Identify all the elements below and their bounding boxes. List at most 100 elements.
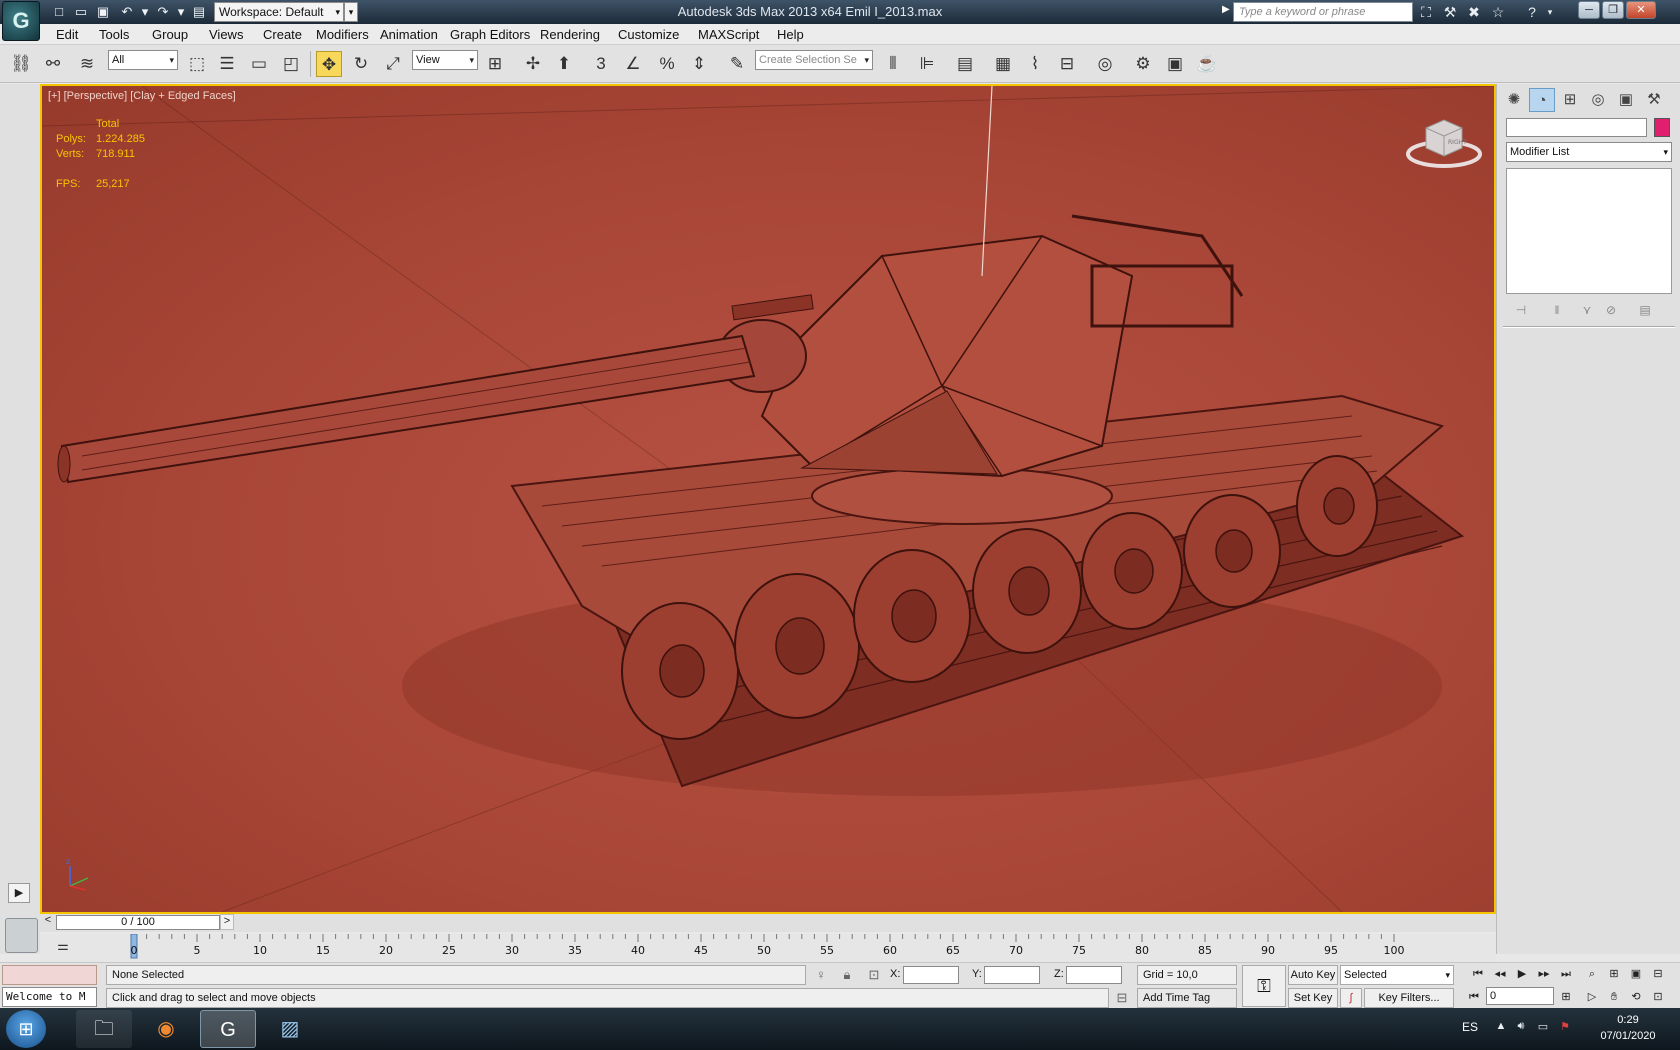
viewcube[interactable]: RIGHT (1404, 114, 1484, 170)
set-key-icon[interactable]: ⚿ (1242, 965, 1286, 1007)
go-to-start-icon[interactable]: ⏮ (1468, 964, 1488, 984)
help-icon[interactable]: ? (1522, 3, 1542, 21)
system-clock[interactable]: 0:29 07/01/2020 (1588, 1012, 1668, 1044)
language-indicator[interactable]: ES (1462, 1020, 1478, 1034)
select-by-name-icon[interactable]: ☰ (214, 51, 240, 77)
key-filters-button[interactable]: Key Filters... (1364, 988, 1454, 1008)
menu-graph-editors[interactable]: Graph Editors (450, 27, 530, 42)
current-frame-input[interactable]: 0 (1486, 987, 1554, 1005)
quick-access-dropdown[interactable]: ▾ (344, 2, 358, 22)
x-coordinate-input[interactable] (903, 966, 959, 984)
network-icon[interactable]: ▭ (1534, 1020, 1552, 1038)
bind-space-warp-icon[interactable]: ≋ (74, 51, 100, 77)
add-time-tag-button[interactable]: Add Time Tag (1137, 988, 1237, 1008)
make-unique-icon[interactable]: ⋎ (1577, 300, 1597, 320)
go-to-end-icon[interactable]: ⏭ (1556, 964, 1576, 984)
communication-center-icon[interactable]: ✖ (1464, 3, 1484, 21)
pan-view-icon[interactable]: ✋︎ (1604, 987, 1624, 1007)
close-button[interactable]: ✕ (1626, 1, 1656, 19)
app-menu-button[interactable]: G (2, 1, 40, 41)
menu-edit[interactable]: Edit (56, 27, 78, 42)
time-slider[interactable]: < 0 / 100 > (40, 914, 1496, 932)
search-input[interactable]: Type a keyword or phrase (1233, 2, 1413, 22)
hierarchy-tab-icon[interactable]: ⊞ (1557, 88, 1583, 112)
utilities-tab-icon[interactable]: ⚒ (1641, 88, 1667, 112)
maxscript-mini-listener-output[interactable] (2, 965, 97, 985)
redo-dropdown-icon[interactable]: ▾ (172, 3, 190, 21)
maxscript-mini-listener[interactable]: Welcome to M (2, 987, 97, 1007)
rectangular-selection-icon[interactable]: ▭ (246, 51, 272, 77)
new-file-icon[interactable]: □ (50, 3, 68, 21)
action-center-flag-icon[interactable]: ⚑ (1556, 1020, 1574, 1038)
spinner-snap-icon[interactable]: ⇕ (686, 51, 712, 77)
selection-filter-dropdown[interactable]: All ▾ (108, 50, 178, 70)
percent-snap-icon[interactable]: % (654, 51, 680, 77)
render-teapot-icon[interactable]: ☕ (1194, 51, 1220, 77)
subscription-icon[interactable]: ⚒ (1440, 3, 1460, 21)
undo-dropdown-icon[interactable]: ▾ (136, 3, 154, 21)
key-mode-toggle-icon[interactable]: ⏮ (1464, 987, 1484, 1007)
favorites-star-icon[interactable]: ☆ (1488, 3, 1508, 21)
scene-explorer-icon[interactable]: ▦ (990, 51, 1016, 77)
modifier-list-dropdown[interactable]: Modifier List ▾ (1506, 142, 1672, 162)
play-icon[interactable]: ▶ (1512, 964, 1532, 984)
z-coordinate-input[interactable] (1066, 966, 1122, 984)
menu-group[interactable]: Group (152, 27, 188, 42)
previous-frame-arrow[interactable]: < (41, 914, 55, 930)
menu-animation[interactable]: Animation (380, 27, 438, 42)
minimize-button[interactable]: ─ (1578, 1, 1600, 19)
menu-create[interactable]: Create (263, 27, 302, 42)
window-crossing-icon[interactable]: ◰ (278, 51, 304, 77)
material-editor-icon[interactable]: ◎ (1092, 51, 1118, 77)
time-tag-icon[interactable]: ⊟ (1112, 988, 1132, 1008)
object-color-swatch[interactable] (1654, 118, 1670, 137)
3dsmax-taskbar-icon[interactable]: G (200, 1010, 256, 1048)
isolate-selection-icon[interactable]: ♀ (811, 965, 831, 985)
key-mode-dropdown[interactable]: Selected ▾ (1340, 965, 1454, 985)
select-and-move-icon[interactable]: ✥ (316, 51, 342, 77)
caret-right-icon[interactable]: ▶ (1222, 4, 1230, 15)
align-icon[interactable]: ⊫ (914, 51, 940, 77)
curve-editor-icon[interactable]: ⌇ (1022, 51, 1048, 77)
menu-help[interactable]: Help (777, 27, 804, 42)
keyboard-shortcut-override-icon[interactable]: ⬆ (551, 51, 577, 77)
next-frame-icon[interactable]: ▸▸ (1534, 964, 1554, 984)
tray-expand-icon[interactable]: ▲ (1492, 1020, 1510, 1038)
field-of-view-icon[interactable]: ▷ (1582, 987, 1602, 1007)
menu-customize[interactable]: Customize (618, 27, 679, 42)
binoculars-icon[interactable]: ⛶ (1416, 3, 1436, 21)
menu-rendering[interactable]: Rendering (540, 27, 600, 42)
help-dropdown-icon[interactable]: ▾ (1540, 3, 1560, 21)
rendered-frame-window-icon[interactable]: ▣ (1162, 51, 1188, 77)
menu-tools[interactable]: Tools (99, 27, 129, 42)
select-and-scale-icon[interactable]: ⤢ (380, 51, 406, 77)
select-object-icon[interactable]: ⬚ (184, 51, 210, 77)
image-viewer-taskbar-icon[interactable]: ▨ (262, 1010, 318, 1048)
unlink-icon[interactable]: ⚯ (40, 51, 66, 77)
curve-editor-mini-icon[interactable]: ⚌ (54, 938, 72, 956)
firefox-taskbar-icon[interactable]: ◉ (138, 1010, 194, 1048)
y-coordinate-input[interactable] (984, 966, 1040, 984)
select-manipulate-icon[interactable]: ✢ (520, 51, 546, 77)
motion-tab-icon[interactable]: ◎ (1585, 88, 1611, 112)
mirror-icon[interactable]: ⫴ (880, 51, 906, 77)
project-folder-icon[interactable]: ▤ (190, 3, 208, 21)
zoom-icon[interactable]: ⌕ (1582, 964, 1602, 984)
maximize-viewport-icon[interactable]: ⊡ (1648, 987, 1668, 1007)
viewport-label-menu[interactable]: [+] [Perspective] [Clay + Edged Faces] (48, 90, 236, 102)
select-and-rotate-icon[interactable]: ↻ (348, 51, 374, 77)
explorer-taskbar-icon[interactable]: 🗀︎ (76, 1010, 132, 1048)
next-frame-arrow[interactable]: > (220, 914, 234, 930)
create-tab-icon[interactable]: ✺ (1501, 88, 1527, 112)
schematic-view-icon[interactable]: ⊟ (1054, 51, 1080, 77)
zoom-extents-all-icon[interactable]: ⊟ (1648, 964, 1668, 984)
default-tangents-icon[interactable]: ∫ (1340, 988, 1362, 1008)
previous-frame-icon[interactable]: ◂◂ (1490, 964, 1510, 984)
layer-manager-icon[interactable]: ▤ (952, 51, 978, 77)
remove-modifier-icon[interactable]: ⊘ (1601, 300, 1621, 320)
configure-modifier-sets-icon[interactable]: ▤ (1635, 300, 1655, 320)
angle-snap-icon[interactable]: ∠ (620, 51, 646, 77)
menu-maxscript[interactable]: MAXScript (698, 27, 759, 42)
menu-modifiers[interactable]: Modifiers (316, 27, 369, 42)
undo-icon[interactable]: ↶ (118, 3, 136, 21)
